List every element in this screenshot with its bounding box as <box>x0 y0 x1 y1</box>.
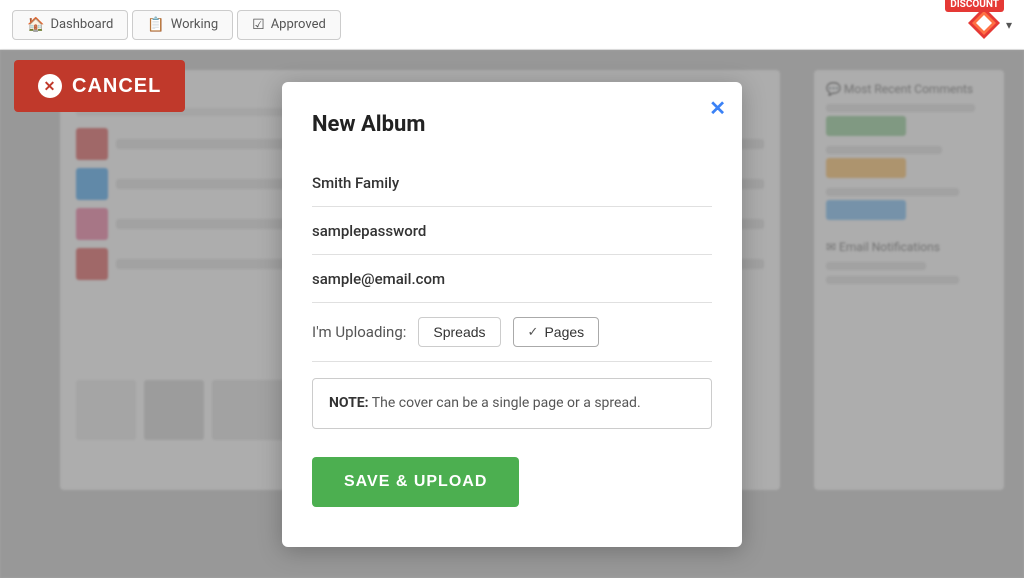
approved-icon: ☑ <box>252 17 265 33</box>
new-album-modal: ✕ New Album Smith Family samplepassword … <box>282 82 742 547</box>
name-field: Smith Family <box>312 159 712 207</box>
logo-wrapper: DISCOUNT <box>966 5 1002 45</box>
spreads-label: Spreads <box>433 324 485 340</box>
discount-badge: DISCOUNT <box>945 0 1004 12</box>
pages-label: Pages <box>544 324 584 340</box>
tab-dashboard[interactable]: 🏠 Dashboard <box>12 10 128 40</box>
cancel-x-icon: ✕ <box>38 74 62 98</box>
modal-close-button[interactable]: ✕ <box>709 96 726 121</box>
working-icon: 📋 <box>147 17 164 33</box>
pages-option-button[interactable]: ✓ Pages <box>513 317 600 347</box>
check-icon: ✓ <box>528 324 539 340</box>
cancel-button[interactable]: ✕ CANCEL <box>14 60 185 112</box>
note-box: NOTE: The cover can be a single page or … <box>312 378 712 429</box>
password-value: samplepassword <box>312 222 426 240</box>
password-field: samplepassword <box>312 207 712 255</box>
upload-label: I'm Uploading: <box>312 323 406 341</box>
modal-overlay: ✕ New Album Smith Family samplepassword … <box>0 50 1024 578</box>
tab-approved[interactable]: ☑ Approved <box>237 10 341 40</box>
spreads-option-button[interactable]: Spreads <box>418 317 500 347</box>
email-field: sample@email.com <box>312 255 712 303</box>
top-nav: 🏠 Dashboard 📋 Working ☑ Approved DISCOUN… <box>0 0 1024 50</box>
modal-close-icon: ✕ <box>709 98 726 120</box>
email-value: sample@email.com <box>312 270 445 288</box>
tab-working-label: Working <box>171 17 218 32</box>
tab-approved-label: Approved <box>271 17 326 32</box>
nav-logo: DISCOUNT ▾ <box>966 5 1012 45</box>
tab-dashboard-label: Dashboard <box>50 17 113 32</box>
note-text: The cover can be a single page or a spre… <box>369 395 641 411</box>
save-upload-button[interactable]: SAVE & UPLOAD <box>312 457 519 507</box>
dashboard-icon: 🏠 <box>27 17 44 33</box>
cancel-label: CANCEL <box>72 75 161 98</box>
note-bold: NOTE: <box>329 395 369 411</box>
logo-chevron-icon[interactable]: ▾ <box>1006 18 1012 32</box>
modal-title: New Album <box>312 112 712 137</box>
name-value: Smith Family <box>312 174 399 192</box>
tab-working[interactable]: 📋 Working <box>132 10 233 40</box>
upload-type-row: I'm Uploading: Spreads ✓ Pages <box>312 303 712 362</box>
